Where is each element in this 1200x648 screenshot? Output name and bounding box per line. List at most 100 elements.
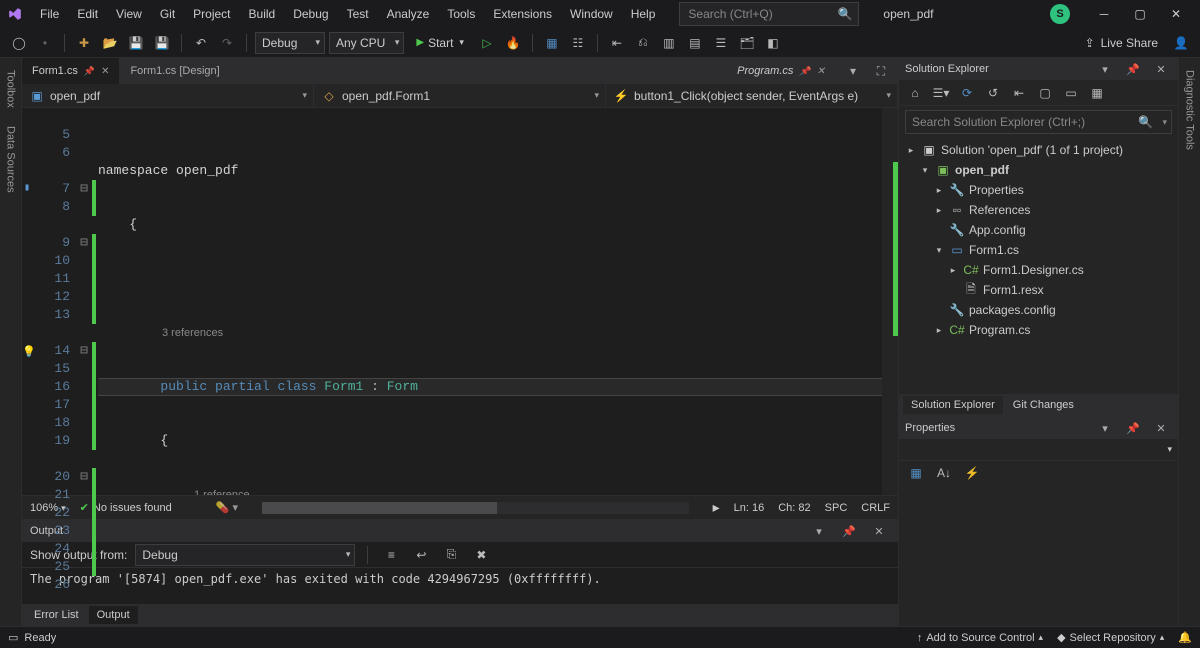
tab-fullscreen-icon[interactable]: ⛶ [870,60,892,82]
se-preview-icon[interactable]: ▦ [1087,83,1107,103]
output-toggle-icon[interactable]: ⎘ [440,544,462,566]
node-form1-resx[interactable]: 🗎 Form1.resx [905,280,1178,300]
output-clear-all-icon[interactable]: ✖ [470,544,492,566]
keep-open-icon[interactable]: 📌 [799,66,810,77]
menu-view[interactable]: View [108,3,150,25]
output-source-combo[interactable]: Debug [135,544,355,566]
toolbox-tab[interactable]: Toolbox [5,64,17,114]
redo-icon[interactable]: ↷ [216,32,238,54]
minimize-button[interactable]: ─ [1086,0,1122,28]
output-close-icon[interactable]: ✕ [868,520,890,542]
account-avatar[interactable]: S [1050,4,1070,24]
output-dropdown-icon[interactable]: ▾ [808,520,830,542]
node-program[interactable]: ▸C# Program.cs [905,320,1178,340]
tab-form1-cs[interactable]: Form1.cs 📌 ✕ [22,58,120,84]
horizontal-scrollbar[interactable] [262,502,689,514]
output-wrap-icon[interactable]: ↩ [410,544,432,566]
menu-git[interactable]: Git [152,3,183,25]
tool-icon-4[interactable]: ⎌ [632,32,654,54]
menu-analyze[interactable]: Analyze [379,3,438,25]
tab-error-list[interactable]: Error List [26,606,87,624]
se-switch-view-icon[interactable]: ☰▾ [931,83,951,103]
props-alpha-icon[interactable]: A↓ [933,462,955,484]
se-showall-icon[interactable]: ▢ [1035,83,1055,103]
se-properties-icon[interactable]: ▭ [1061,83,1081,103]
tab-form1-design[interactable]: Form1.cs [Design] [120,58,230,84]
node-references[interactable]: ▸▫▫ References [905,200,1178,220]
caret-line[interactable]: Ln: 16 [734,502,765,514]
menu-project[interactable]: Project [185,3,238,25]
node-packages[interactable]: 🔧 packages.config [905,300,1178,320]
close-button[interactable]: ✕ [1158,0,1194,28]
node-solution[interactable]: ▸▣ Solution 'open_pdf' (1 of 1 project) [905,140,1178,160]
solution-platform-combo[interactable]: Any CPU [329,32,404,54]
se-home-icon[interactable]: ⌂ [905,83,925,103]
line-endings[interactable]: CRLF [861,502,890,514]
editor-overview-ruler[interactable] [882,108,898,495]
no-issues-label[interactable]: No issues found [93,502,172,514]
se-refresh-icon[interactable]: ↺ [983,83,1003,103]
se-sync-icon[interactable]: ⟳ [957,83,977,103]
output-text[interactable]: The program '[5874] open_pdf.exe' has ex… [22,568,898,596]
indent-mode[interactable]: SPC [825,502,848,514]
properties-grid[interactable] [899,485,1178,626]
code-editor[interactable]: ▮ 💡 5 6 7 8 9 10 11 12 13 14 15 16 [22,108,898,495]
feedback-icon[interactable]: 👤 [1170,32,1192,54]
properties-object-combo[interactable] [899,439,1178,461]
menu-edit[interactable]: Edit [69,3,106,25]
bookmark-icon[interactable]: ▮ [24,180,30,198]
nav-class-combo[interactable]: ◇ open_pdf.Form1 [314,84,606,107]
node-properties[interactable]: ▸🔧 Properties [905,180,1178,200]
menu-extensions[interactable]: Extensions [485,3,560,25]
menu-help[interactable]: Help [623,3,664,25]
scroll-right-icon[interactable]: ▸ [713,499,720,516]
start-debug-button[interactable]: ▶ Start ▾ [408,32,472,54]
output-clear-icon[interactable]: ≡ [380,544,402,566]
se-pin-icon[interactable]: 📌 [1122,58,1144,80]
open-icon[interactable]: 📂 [99,32,121,54]
menu-build[interactable]: Build [241,3,284,25]
node-project[interactable]: ▾▣ open_pdf [905,160,1178,180]
diagnostic-tools-tab[interactable]: Diagnostic Tools [1184,64,1196,156]
menu-window[interactable]: Window [562,3,621,25]
save-all-icon[interactable]: 💾 [151,32,173,54]
props-pin-icon[interactable]: 📌 [1122,417,1144,439]
menu-debug[interactable]: Debug [285,3,336,25]
hot-reload-icon[interactable]: 🔥 [502,32,524,54]
output-window-icon[interactable]: ▭ [8,631,18,644]
props-events-icon[interactable]: ⚡ [961,462,983,484]
menu-file[interactable]: File [32,3,67,25]
new-item-icon[interactable]: ✚ [73,32,95,54]
codelens-class[interactable]: 3 references [98,324,882,342]
output-pin-icon[interactable]: 📌 [838,520,860,542]
tool-icon-3[interactable]: ⇤ [606,32,628,54]
tool-icon-8[interactable]: 🗂 [736,32,758,54]
tab-git-changes[interactable]: Git Changes [1005,396,1082,414]
maximize-button[interactable]: ▢ [1122,0,1158,28]
pin-icon[interactable]: 📌 [84,66,95,77]
select-repository-button[interactable]: ◆ Select Repository ▴ [1057,631,1164,644]
solution-explorer-search[interactable]: Search Solution Explorer (Ctrl+;) 🔍 [905,110,1172,134]
tool-icon-2[interactable]: ☷ [567,32,589,54]
se-close-icon[interactable]: ✕ [1150,58,1172,80]
close-tab-icon[interactable]: ✕ [101,66,109,77]
tab-program-cs-preview[interactable]: Program.cs 📌 ✕ [727,65,836,77]
tab-output[interactable]: Output [89,606,138,624]
tool-icon-1[interactable]: ▦ [541,32,563,54]
code-area[interactable]: namespace open_pdf { 3 references public… [98,108,882,495]
nav-fwd-icon[interactable]: • [34,32,56,54]
notifications-button[interactable]: 🔔 [1178,631,1192,644]
tab-overflow-icon[interactable]: ▾ [842,60,864,82]
live-share-button[interactable]: ⇪ Live Share [1077,36,1166,50]
nav-project-combo[interactable]: ▣ open_pdf [22,84,314,107]
menu-test[interactable]: Test [339,3,377,25]
codelens-ctor[interactable]: 1 reference [98,486,882,495]
node-form1-designer[interactable]: ▸C# Form1.Designer.cs [905,260,1178,280]
tool-icon-9[interactable]: ◧ [762,32,784,54]
props-dropdown-icon[interactable]: ▾ [1094,417,1116,439]
nav-back-icon[interactable]: ◯ [8,32,30,54]
add-source-control-button[interactable]: ↑ Add to Source Control ▴ [917,632,1043,644]
global-search[interactable]: Search (Ctrl+Q) 🔍 [679,2,859,26]
tool-icon-6[interactable]: ▤ [684,32,706,54]
health-indicator-icon[interactable]: 💊 ▾ [216,501,238,514]
